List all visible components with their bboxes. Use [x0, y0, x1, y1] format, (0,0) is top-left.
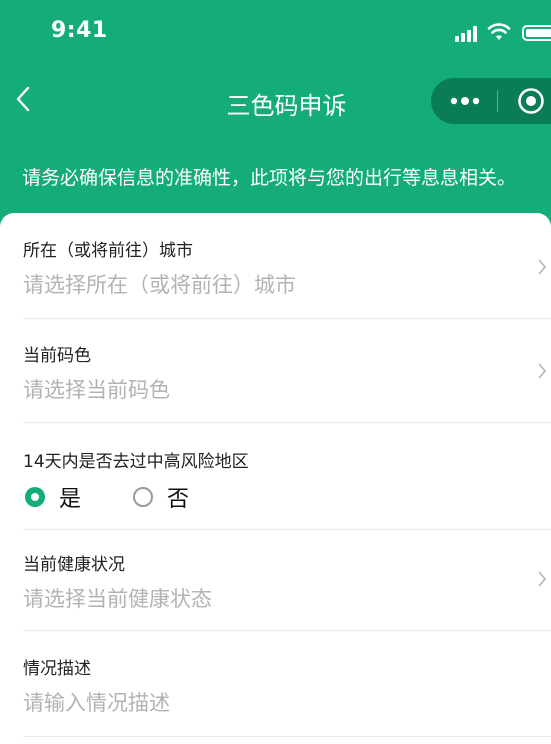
- health-field[interactable]: 当前健康状况 请选择当前健康状态: [23, 550, 551, 613]
- description-input[interactable]: 请输入情况描述: [23, 687, 551, 717]
- divider: [23, 736, 551, 737]
- city-label: 所在（或将前往）城市: [23, 241, 193, 261]
- radio-yes[interactable]: 是: [25, 482, 81, 512]
- radio-no[interactable]: 否: [133, 482, 189, 512]
- mini-program-capsule: [431, 78, 551, 124]
- health-placeholder: 请选择当前健康状态: [23, 587, 212, 611]
- code-color-label: 当前码色: [23, 346, 91, 366]
- cellular-signal-icon: [455, 26, 479, 42]
- chevron-right-icon: [538, 259, 547, 275]
- health-label: 当前健康状况: [23, 555, 125, 575]
- radio-yes-label: 是: [59, 487, 82, 512]
- divider: [23, 318, 551, 319]
- risk-area-field: 14天内是否去过中高风险地区: [23, 447, 551, 472]
- capsule-divider: [497, 90, 498, 112]
- city-field[interactable]: 所在（或将前往）城市 请选择所在（或将前往）城市: [23, 236, 551, 299]
- radio-checked-icon: [25, 487, 45, 507]
- risk-area-label: 14天内是否去过中高风险地区: [23, 452, 249, 472]
- chevron-right-icon: [538, 363, 547, 379]
- status-bar: 9:41: [0, 0, 551, 64]
- status-time: 9:41: [51, 18, 108, 43]
- wifi-icon: [487, 23, 511, 40]
- navigation-bar: 三色码申诉: [0, 70, 551, 132]
- divider: [23, 422, 551, 423]
- description-field[interactable]: 情况描述 请输入情况描述: [23, 654, 551, 717]
- notice-text: 请务必确保信息的准确性，此项将与您的出行等息息相关。: [22, 167, 517, 189]
- close-mini-program-icon[interactable]: [517, 87, 545, 115]
- chevron-right-icon: [538, 571, 547, 587]
- description-label: 情况描述: [23, 659, 91, 679]
- more-options-icon[interactable]: [450, 97, 480, 105]
- radio-unchecked-icon: [133, 487, 153, 507]
- code-color-placeholder: 请选择当前码色: [23, 378, 170, 402]
- divider: [23, 630, 551, 631]
- code-color-field[interactable]: 当前码色 请选择当前码色: [23, 341, 551, 404]
- city-placeholder: 请选择所在（或将前往）城市: [23, 273, 296, 297]
- divider: [23, 529, 551, 530]
- battery-icon: [522, 25, 551, 41]
- radio-no-label: 否: [167, 487, 190, 512]
